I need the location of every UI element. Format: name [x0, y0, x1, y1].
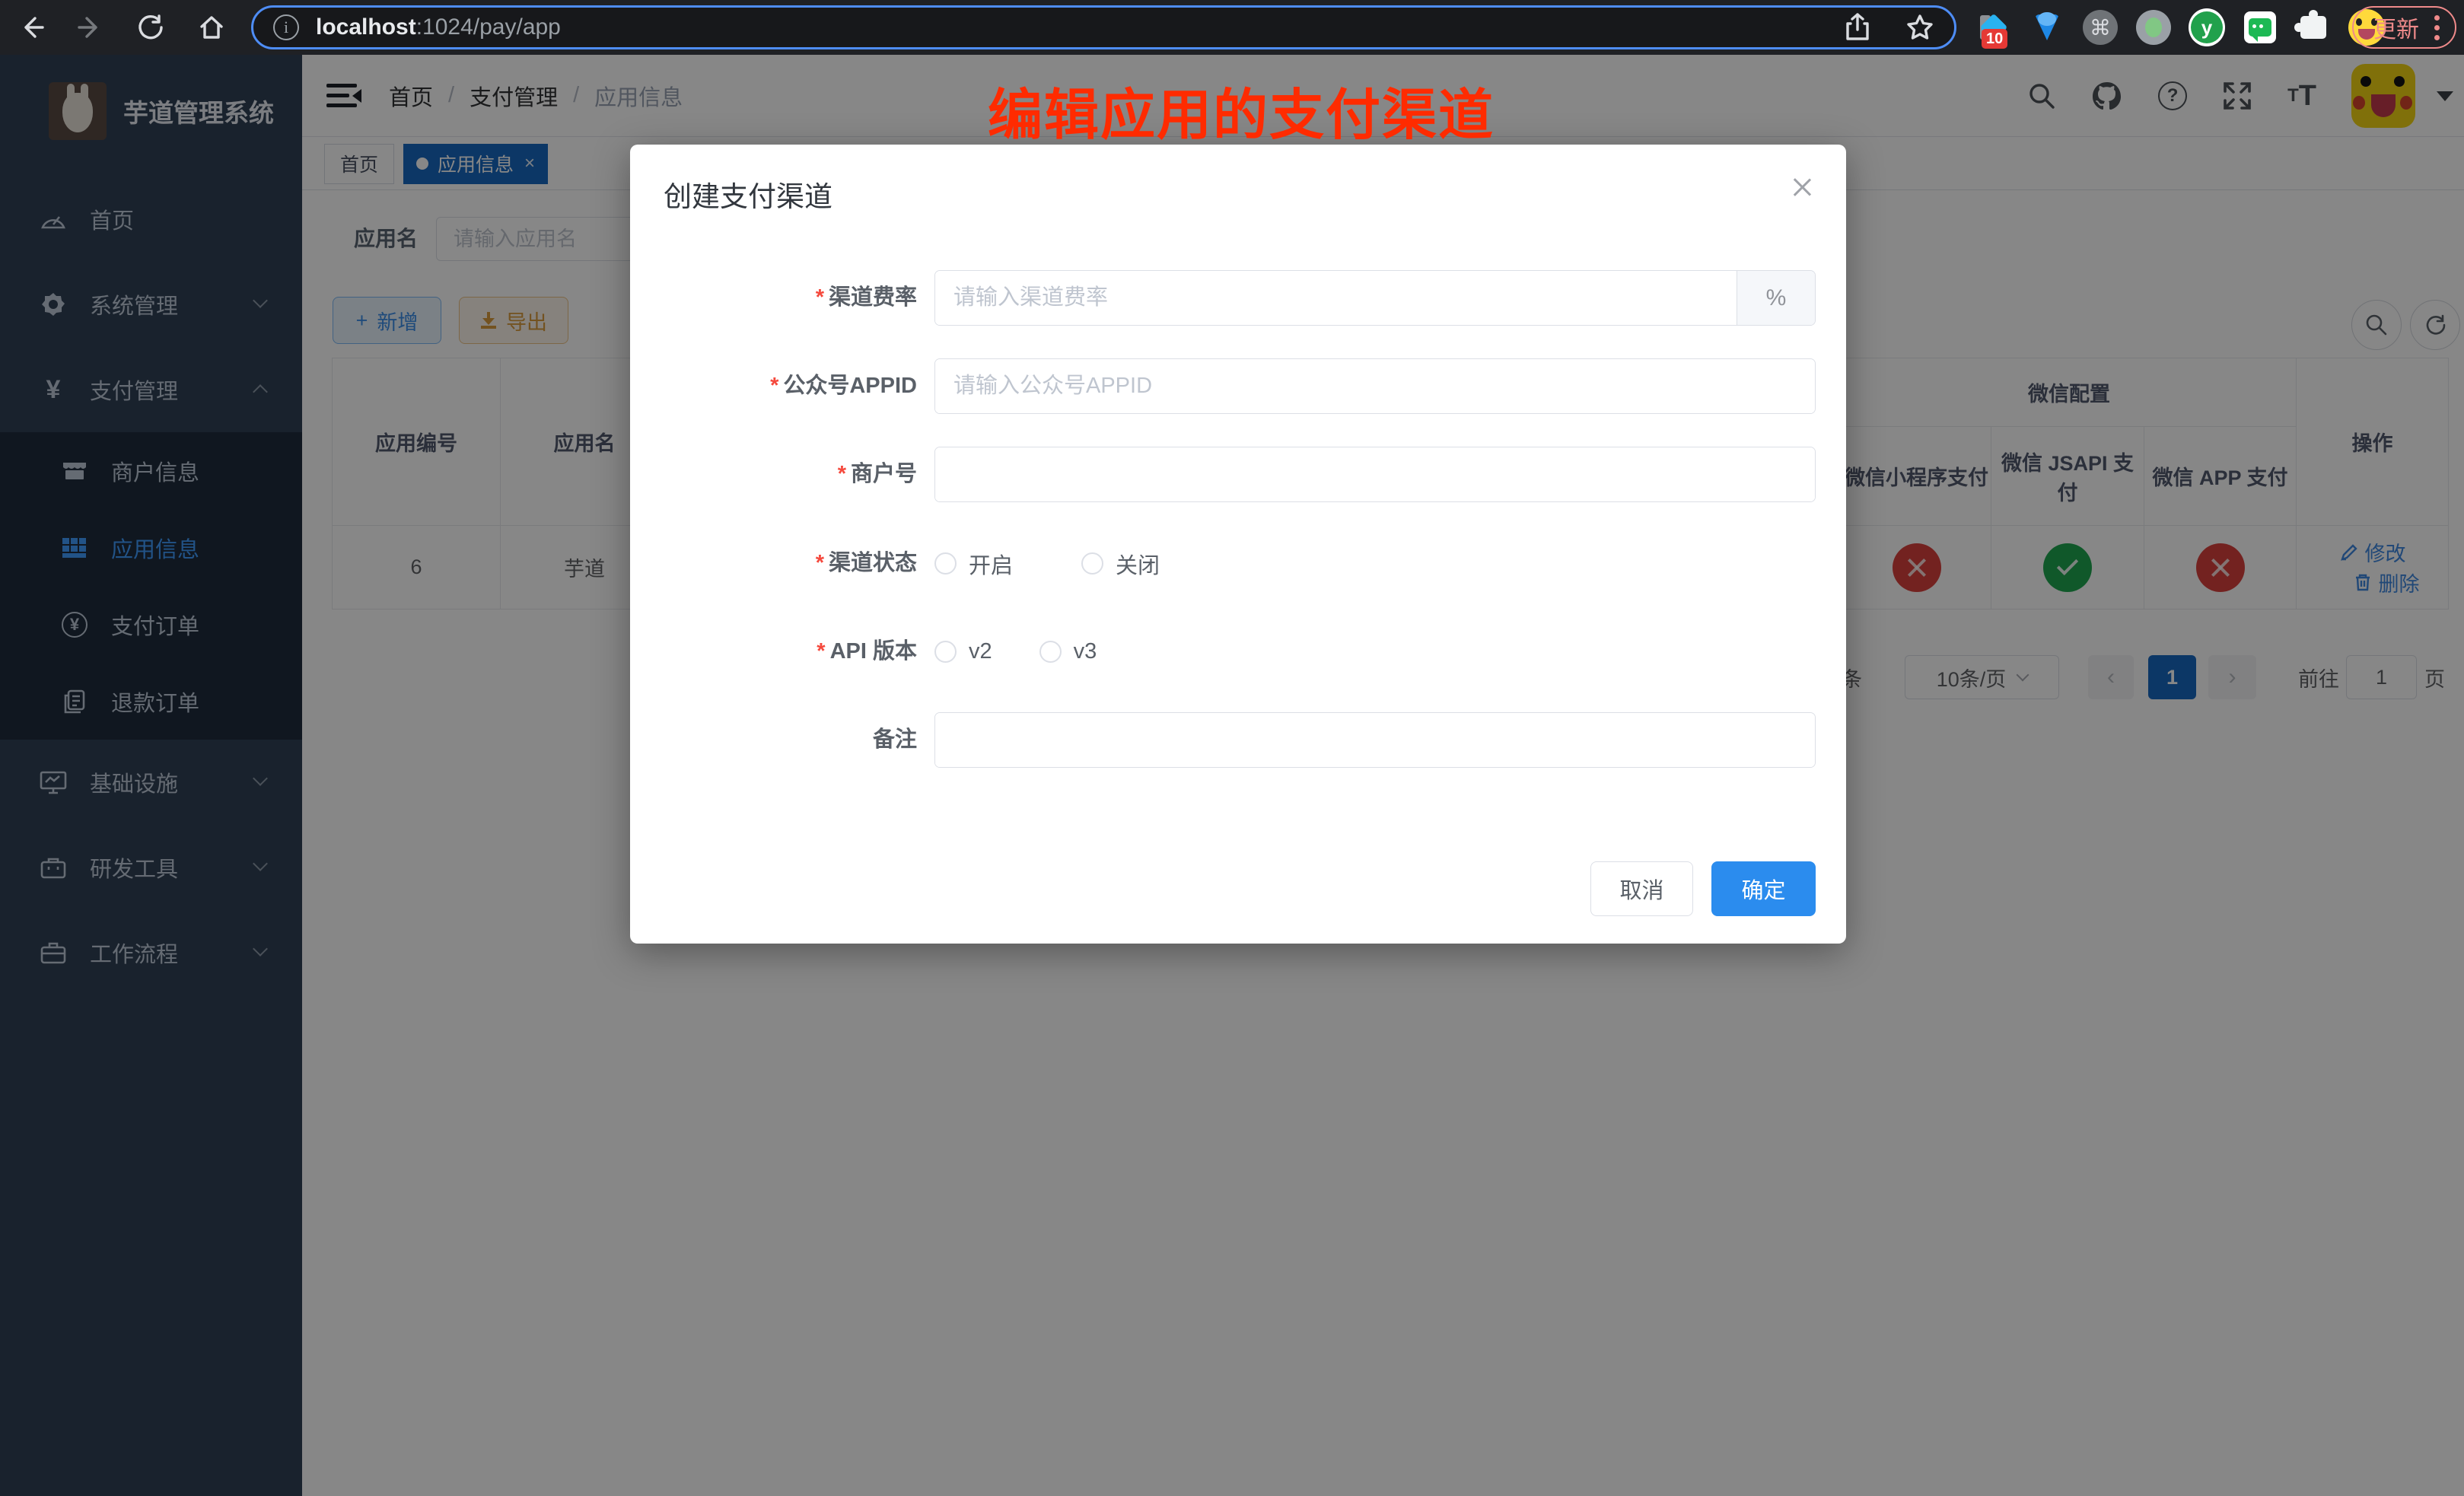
radio-icon	[1039, 641, 1062, 663]
api-label: *API 版本	[630, 624, 917, 680]
forward-icon	[76, 14, 103, 41]
update-label: 更新	[2373, 11, 2419, 44]
status-field-row: *渠道状态 开启 关闭	[630, 536, 1846, 591]
rate-label: *渠道费率	[630, 270, 917, 326]
merchant-field-row: *商户号	[630, 447, 1846, 502]
extension-y-icon[interactable]: y	[2189, 9, 2225, 46]
back-icon	[18, 14, 46, 41]
extension-sidebar-icon[interactable]: 10	[1975, 9, 2012, 46]
annotation-text: 编辑应用的支付渠道	[988, 70, 1495, 150]
browser-update-button[interactable]: 更新	[2352, 6, 2456, 49]
extensions-puzzle-icon[interactable]	[2295, 9, 2332, 46]
site-info-icon[interactable]: i	[273, 14, 299, 40]
create-channel-dialog: 创建支付渠道 *渠道费率 % *公众号APPID *商户号 *渠道状态 开启	[630, 145, 1846, 944]
browser-toolbar: i localhost:1024/pay/app 10 ⌘ y 更新	[0, 0, 2464, 55]
url-text: localhost:1024/pay/app	[316, 14, 561, 40]
api-field-row: *API 版本 v2 v3	[630, 624, 1846, 680]
url-host: localhost	[316, 14, 416, 40]
radio-icon	[934, 641, 957, 663]
url-path: :1024/pay/app	[416, 14, 561, 40]
dialog-title: 创建支付渠道	[664, 173, 832, 215]
reload-icon	[136, 13, 165, 42]
reload-button[interactable]	[131, 8, 170, 47]
extension-badge: 10	[1982, 29, 2007, 49]
radio-api-v2[interactable]: v2	[934, 639, 992, 664]
rate-field-row: *渠道费率 %	[630, 270, 1846, 326]
cancel-button[interactable]: 取消	[1590, 861, 1693, 916]
screen: i localhost:1024/pay/app 10 ⌘ y 更新 芋道	[0, 0, 2464, 1496]
merchant-input[interactable]	[935, 447, 1815, 501]
home-icon	[197, 13, 226, 42]
rate-input[interactable]	[935, 271, 1737, 325]
remark-label: 备注	[630, 712, 917, 768]
radio-icon	[934, 552, 957, 575]
extension-command-icon[interactable]: ⌘	[2082, 9, 2119, 46]
forward-button[interactable]	[70, 8, 110, 47]
extension-balloon-icon[interactable]	[2029, 9, 2065, 46]
radio-icon	[1081, 552, 1103, 575]
extension-chat-icon[interactable]	[2242, 9, 2278, 46]
browser-menu-icon[interactable]	[2434, 15, 2440, 40]
bookmark-star-icon[interactable]	[1905, 13, 1934, 42]
close-icon	[1791, 176, 1813, 199]
percent-suffix: %	[1737, 271, 1815, 325]
appid-label: *公众号APPID	[630, 358, 917, 414]
share-icon[interactable]	[1845, 13, 1870, 42]
remark-input[interactable]	[935, 713, 1815, 767]
radio-api-v3[interactable]: v3	[1039, 639, 1097, 664]
radio-status-open[interactable]: 开启	[934, 548, 1013, 580]
appid-field-row: *公众号APPID	[630, 358, 1846, 414]
extension-recorder-icon[interactable]	[2135, 9, 2172, 46]
merchant-label: *商户号	[630, 447, 917, 502]
url-bar[interactable]: i localhost:1024/pay/app	[251, 5, 1956, 49]
confirm-button[interactable]: 确定	[1711, 861, 1816, 916]
appid-input[interactable]	[935, 359, 1815, 413]
close-dialog-button[interactable]	[1785, 170, 1819, 204]
status-label: *渠道状态	[630, 536, 917, 591]
remark-field-row: 备注	[630, 712, 1846, 768]
back-button[interactable]	[12, 8, 52, 47]
radio-status-close[interactable]: 关闭	[1081, 548, 1160, 580]
home-button[interactable]	[192, 8, 231, 47]
extension-icons: 10 ⌘ y	[1975, 0, 2385, 55]
